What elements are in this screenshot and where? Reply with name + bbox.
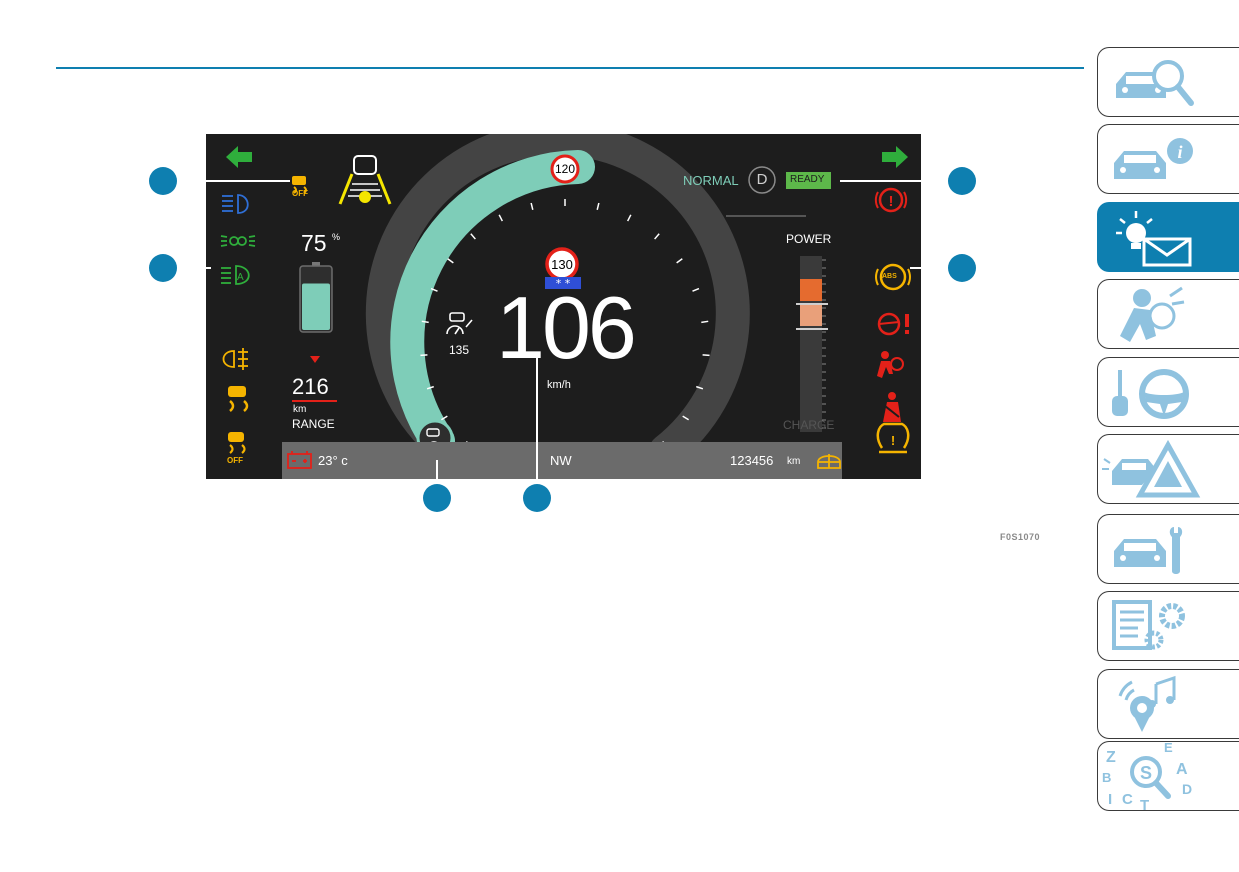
svg-text:C: C [1122, 791, 1133, 808]
instrument-cluster: A * * ! ! OFF OFF ABS 75 % 216 km RANGE … [206, 134, 921, 479]
battery-percent-unit: % [332, 232, 341, 242]
callout-marker [149, 167, 177, 195]
svg-text:Z: Z [1106, 749, 1116, 766]
speed-tick [498, 214, 504, 222]
position-lights-icon [220, 235, 256, 247]
car-warning-triangle-icon [1102, 439, 1201, 498]
drive-mode: NORMAL [683, 173, 739, 188]
general-warning-icon: ! [874, 187, 908, 213]
tab-technical-data[interactable] [1097, 591, 1239, 661]
low-beam-icon [222, 194, 249, 214]
svg-text:A: A [237, 272, 244, 283]
figure-code: F0S1070 [1000, 532, 1041, 542]
tab-index[interactable]: Z E B A I C T D S [1097, 741, 1239, 812]
speed-tick [676, 258, 683, 264]
callout-marker [423, 484, 451, 512]
header-rule [56, 67, 1084, 69]
tire-pressure-warning-icon: ! [876, 422, 910, 454]
tab-multimedia[interactable] [1097, 669, 1239, 739]
speed-tick [420, 354, 428, 357]
cluster-status-bar: 23° c NW 123456 km [282, 442, 842, 479]
specifications-gear-icon [1112, 600, 1185, 650]
washer-fluid-icon [817, 454, 841, 469]
cruise-control-icon [446, 312, 473, 335]
gear-indicator: D [756, 171, 768, 188]
seatbelt-warning-icon [883, 392, 901, 422]
esc-off-label: OFF [292, 189, 308, 198]
power-label: POWER [786, 232, 832, 246]
battery-gauge-icon [299, 262, 333, 333]
range-unit: km [293, 404, 307, 415]
car-wrench-icon [1114, 527, 1183, 574]
turn-right-arrow-icon [882, 146, 908, 168]
airbag-seat-icon [1120, 286, 1185, 342]
speed-tick [654, 233, 660, 240]
svg-text:i: i [1177, 142, 1182, 162]
speed-tick [470, 233, 476, 240]
battery-12v-icon [287, 451, 312, 469]
alphabetical-index-icon: Z E B A I C T D S [1102, 742, 1192, 812]
callout-marker [149, 254, 177, 282]
svg-text:!: ! [891, 433, 895, 448]
tab-car-search[interactable] [1097, 47, 1239, 117]
abs-label: ABS [882, 273, 897, 280]
battery-percent: 75 [301, 230, 327, 256]
rear-fog-light-icon [222, 348, 248, 370]
charge-label: CHARGE [783, 418, 835, 432]
odometer-value: 123456 [730, 453, 774, 468]
speed-limit-ring-value: 120 [554, 162, 576, 176]
auto-high-beam-icon: A [221, 265, 250, 285]
ready-label: READY [790, 174, 825, 185]
callout-marker [948, 254, 976, 282]
speed-tick [701, 320, 709, 324]
power-steering-warning-icon [877, 312, 909, 336]
compass-heading: NW [550, 453, 572, 468]
traction-control-off-icon [228, 432, 246, 454]
traction-control-icon [228, 386, 249, 412]
svg-text:B: B [1102, 770, 1111, 785]
speed-limit-sign-value: 130 [551, 257, 573, 272]
tab-dashboard-lights[interactable] [1097, 202, 1239, 272]
speed-tick [447, 258, 454, 264]
lane-assist-icon [338, 155, 392, 205]
speed-value: 106 [496, 278, 637, 377]
key-steering-wheel-icon [1112, 369, 1189, 419]
svg-text:T: T [1140, 797, 1149, 812]
speed-unit: km/h [547, 379, 571, 391]
speed-tick [530, 202, 534, 210]
svg-text:I: I [1108, 791, 1112, 808]
tab-emergency[interactable] [1097, 434, 1239, 504]
car-search-icon [1116, 60, 1194, 106]
callout-marker [948, 167, 976, 195]
cruise-set-speed: 135 [449, 343, 470, 357]
speed-tick [692, 287, 700, 292]
svg-text:E: E [1164, 742, 1173, 755]
odometer-unit: km [787, 456, 801, 467]
power-gauge [796, 256, 828, 432]
multimedia-icon [1118, 675, 1176, 732]
tab-starting-driving[interactable] [1097, 357, 1239, 427]
airbag-warning-icon [877, 351, 904, 378]
callout-marker [523, 484, 551, 512]
dashboard-lights-messages-icon [1116, 211, 1192, 267]
svg-text:!: ! [889, 193, 894, 210]
speed-tick [702, 354, 710, 357]
tab-maintenance[interactable] [1097, 514, 1239, 584]
car-info-icon: i [1114, 138, 1193, 179]
svg-text:A: A [1176, 761, 1188, 778]
svg-text:S: S [1140, 763, 1152, 783]
tab-safety[interactable] [1097, 279, 1239, 349]
speed-tick [626, 214, 632, 222]
range-value: 216 [292, 374, 329, 399]
turn-left-arrow-icon [226, 146, 252, 168]
range-label: RANGE [292, 417, 335, 431]
tab-car-info[interactable]: i [1097, 124, 1239, 194]
traction-off-label: OFF [227, 456, 243, 465]
outside-temperature: 23° c [318, 453, 348, 468]
speed-tick [596, 202, 600, 210]
svg-text:D: D [1182, 781, 1192, 797]
range-down-arrow-icon [310, 356, 320, 363]
